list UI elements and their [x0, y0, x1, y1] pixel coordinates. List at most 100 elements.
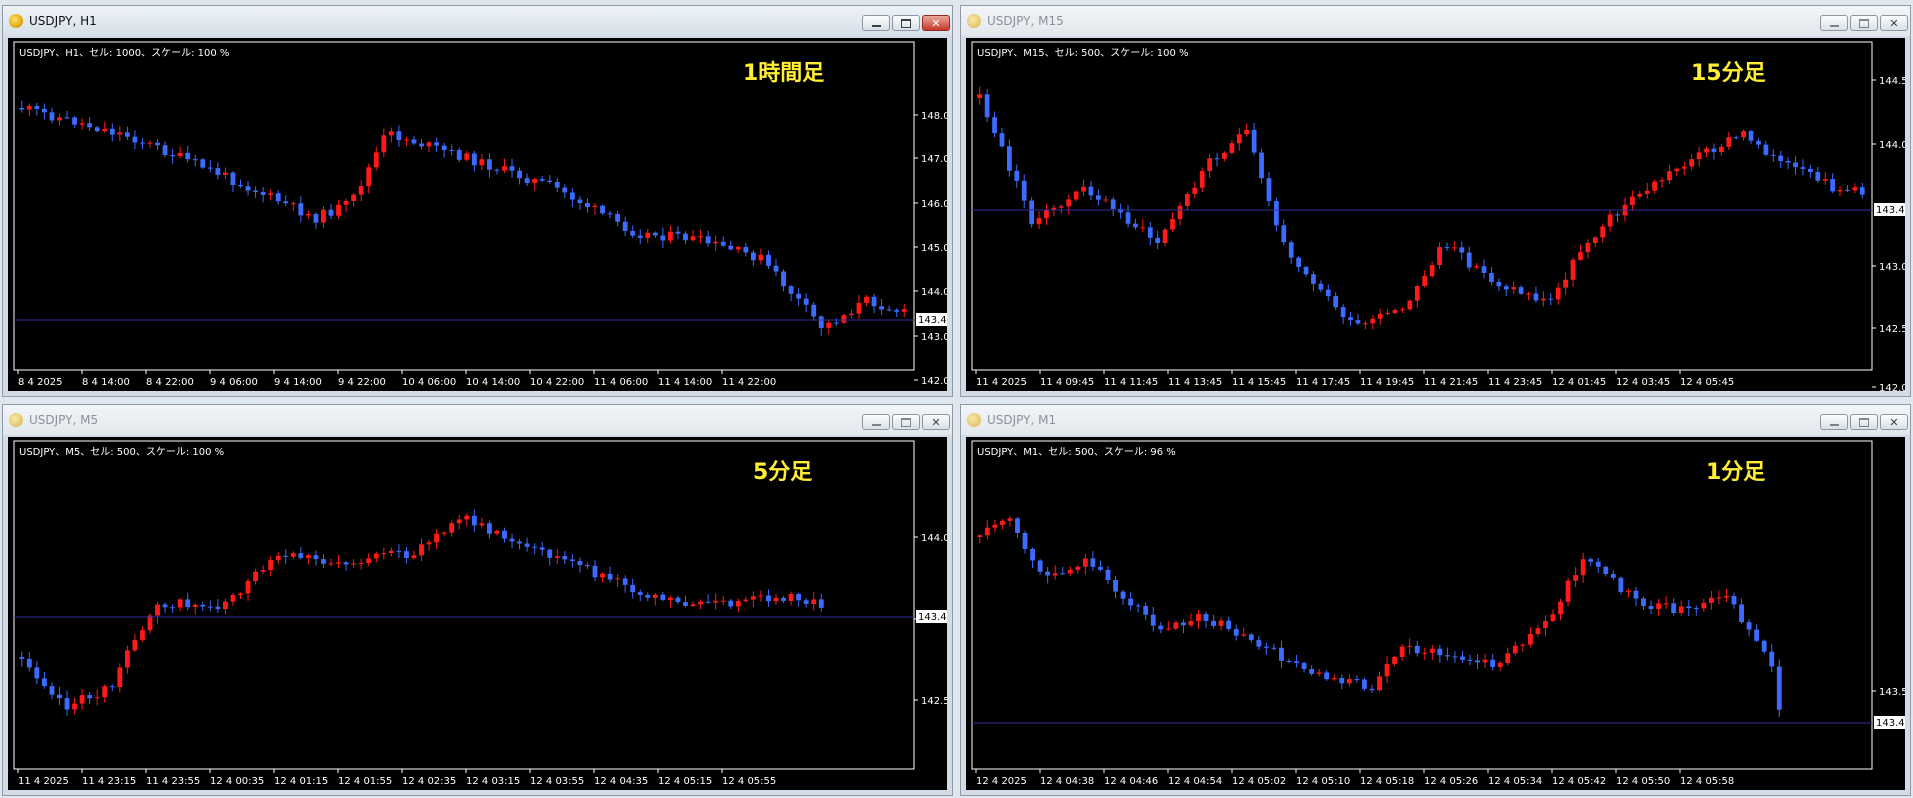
candle-body — [1656, 603, 1661, 610]
candle-body — [328, 209, 334, 216]
candlestick-chart[interactable]: USDJPY、M5、セル: 500、スケール: 100 % 144.000 143.… — [8, 437, 947, 792]
current-price-label: 143.477 — [1876, 205, 1905, 216]
title-bar[interactable]: USDJPY, M15 ✕ — [961, 6, 1910, 36]
candle-body — [1385, 312, 1390, 314]
x-tick-label: 11 4 23:55 — [146, 776, 200, 787]
candle-body — [1741, 131, 1746, 138]
candle-body — [290, 553, 296, 557]
candle-body — [637, 592, 643, 595]
x-tick-label: 8 4 2025 — [18, 377, 63, 388]
candle-body — [1578, 252, 1583, 260]
candle-body — [1475, 660, 1480, 663]
minimize-button[interactable] — [862, 15, 890, 31]
x-tick-label: 11 4 13:45 — [1168, 377, 1222, 388]
candle-body — [1355, 320, 1361, 324]
candle-body — [841, 315, 847, 323]
candle-body — [1674, 168, 1680, 172]
candle-body — [788, 286, 794, 294]
chart-area[interactable]: USDJPY、H1、セル: 1000、スケール: 100 % 148.000 147… — [8, 38, 947, 391]
candle-body — [811, 599, 817, 604]
candle-body — [1543, 621, 1548, 629]
x-tick-label: 12 4 04:35 — [594, 776, 648, 787]
candle-body — [690, 236, 696, 241]
candle-body — [622, 578, 628, 585]
candle-body — [766, 595, 771, 602]
candle-body — [992, 524, 998, 528]
candle-body — [64, 698, 70, 710]
candle-body — [1400, 309, 1405, 311]
candle-body — [502, 530, 507, 539]
candlestick-chart[interactable]: USDJPY、M15、セル: 500、スケール: 100 % 144.500 144… — [966, 38, 1905, 393]
candle-body — [758, 595, 764, 597]
candle-body — [773, 597, 779, 602]
x-tick-label: 12 4 00:35 — [210, 776, 264, 787]
x-tick-label: 10 4 06:00 — [402, 377, 456, 388]
candle-body — [1214, 158, 1220, 160]
candle-body — [268, 193, 274, 195]
maximize-button[interactable] — [1850, 15, 1878, 31]
chart-info-text: USDJPY、M1、セル: 500、スケール: 96 % — [977, 446, 1176, 458]
maximize-button[interactable] — [1850, 414, 1878, 430]
candle-body — [1429, 648, 1435, 653]
close-button[interactable]: ✕ — [1880, 414, 1908, 430]
maximize-button[interactable] — [892, 414, 920, 430]
candle-body — [1648, 605, 1654, 610]
coin-icon — [9, 413, 23, 427]
candle-body — [1630, 196, 1635, 205]
candle-body — [1309, 669, 1315, 674]
candle-body — [879, 306, 885, 310]
chart-info-text: USDJPY、M5、セル: 500、スケール: 100 % — [19, 446, 224, 458]
candle-body — [313, 555, 319, 560]
candlestick-chart[interactable]: USDJPY、H1、セル: 1000、スケール: 100 % 148.000 147… — [8, 38, 947, 393]
candle-body — [396, 131, 402, 141]
minimize-icon — [1829, 423, 1839, 426]
candle-body — [1362, 679, 1367, 689]
candle-body — [1036, 218, 1042, 225]
candle-body — [109, 128, 115, 135]
chart-area[interactable]: USDJPY、M15、セル: 500、スケール: 100 % 144.500 144… — [966, 38, 1905, 393]
close-button[interactable]: ✕ — [922, 15, 950, 31]
candle-body — [554, 556, 560, 558]
minimize-button[interactable] — [1820, 15, 1848, 31]
x-tick-label: 12 4 05:26 — [1424, 776, 1478, 787]
candle-body — [977, 535, 983, 537]
y-tick-label: 147.000 — [921, 154, 947, 165]
title-bar[interactable]: USDJPY, H1 ✕ — [3, 6, 952, 36]
x-tick-label: 12 4 05:34 — [1488, 776, 1542, 787]
candle-body — [388, 550, 394, 554]
candle-body — [200, 604, 206, 607]
x-tick-label: 9 4 22:00 — [338, 377, 386, 388]
chart-window-m15[interactable]: USDJPY, M15 ✕ USDJPY、M15、セル: 500、スケール: 1… — [960, 5, 1911, 397]
candle-body — [1746, 622, 1752, 630]
candle-body — [207, 167, 213, 169]
title-bar[interactable]: USDJPY, M5 ✕ — [3, 405, 952, 435]
candlestick-chart[interactable]: USDJPY、M1、セル: 500、スケール: 96 % 143.500 143.4… — [966, 437, 1905, 792]
y-tick-label: 142.000 — [1879, 383, 1905, 393]
title-bar[interactable]: USDJPY, M1 ✕ — [961, 405, 1910, 435]
candle-body — [1704, 148, 1709, 153]
chart-area[interactable]: USDJPY、M5、セル: 500、スケール: 100 % 144.000 143.… — [8, 437, 947, 790]
chart-window-h1[interactable]: USDJPY, H1 ✕ USDJPY、H1、セル: 1000、スケール: 10… — [2, 5, 953, 397]
candle-body — [87, 123, 93, 128]
candle-body — [1481, 266, 1487, 273]
candle-body — [1696, 152, 1702, 160]
candle-body — [1452, 247, 1457, 249]
maximize-button[interactable] — [892, 15, 920, 31]
close-button[interactable]: ✕ — [922, 414, 950, 430]
current-price-label: 143.477 — [1876, 718, 1905, 729]
minimize-button[interactable] — [862, 414, 890, 430]
candle-body — [1103, 199, 1109, 201]
chart-window-m1[interactable]: USDJPY, M1 ✕ USDJPY、M1、セル: 500、スケール: 96 … — [960, 404, 1911, 796]
close-button[interactable]: ✕ — [1880, 15, 1908, 31]
candle-body — [1719, 146, 1724, 153]
minimize-button[interactable] — [1820, 414, 1848, 430]
candle-body — [434, 142, 440, 146]
candle-body — [1489, 272, 1494, 282]
candle-body — [1778, 155, 1784, 162]
x-tick-label: 11 4 14:00 — [658, 377, 712, 388]
candle-body — [569, 559, 575, 562]
chart-window-m5[interactable]: USDJPY, M5 ✕ USDJPY、M5、セル: 500、スケール: 100… — [2, 404, 953, 796]
x-tick-label: 12 4 05:45 — [1680, 377, 1734, 388]
x-tick-label: 9 4 14:00 — [274, 377, 322, 388]
chart-area[interactable]: USDJPY、M1、セル: 500、スケール: 96 % 143.500 143.4… — [966, 437, 1905, 790]
